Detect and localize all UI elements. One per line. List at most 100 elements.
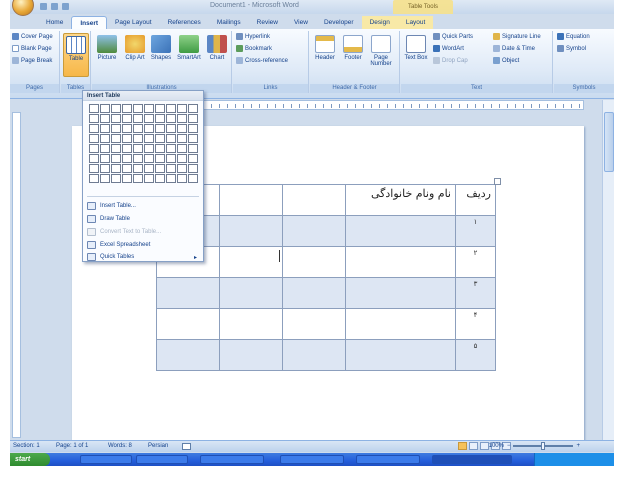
tab-home[interactable]: Home xyxy=(38,16,71,29)
table-grid-cell[interactable] xyxy=(111,164,121,173)
table-cell[interactable] xyxy=(219,246,283,278)
status-language[interactable]: Persian xyxy=(148,443,168,449)
status-words[interactable]: Words: 8 xyxy=(108,443,132,449)
table-grid-cell[interactable] xyxy=(100,154,110,163)
proofing-icon[interactable] xyxy=(182,443,191,450)
table-grid-cell[interactable] xyxy=(133,134,143,143)
picture-button[interactable]: Picture xyxy=(94,33,120,77)
table-grid-cell[interactable] xyxy=(100,164,110,173)
clip-art-button[interactable]: Clip Art xyxy=(122,33,148,77)
tab-developer[interactable]: Developer xyxy=(316,16,362,29)
table-grid-cell[interactable] xyxy=(89,104,99,113)
table-grid-cell[interactable] xyxy=(111,144,121,153)
table-header-cell[interactable] xyxy=(219,184,283,216)
chart-button[interactable]: Chart xyxy=(204,33,230,77)
tab-references[interactable]: References xyxy=(160,16,209,29)
zoom-level[interactable]: 100% xyxy=(489,443,504,449)
table-header-cell[interactable] xyxy=(282,184,346,216)
table-cell[interactable] xyxy=(219,308,283,340)
table-grid-cell[interactable] xyxy=(122,174,132,183)
table-grid-cell[interactable] xyxy=(155,124,165,133)
zoom-slider[interactable] xyxy=(513,442,574,450)
table-grid-cell[interactable] xyxy=(133,154,143,163)
table-grid-cell[interactable] xyxy=(89,124,99,133)
blank-page-button[interactable]: Blank Page xyxy=(12,45,52,52)
table-grid-cell[interactable] xyxy=(188,124,198,133)
table-grid-cell[interactable] xyxy=(122,134,132,143)
table-grid-cell[interactable] xyxy=(177,134,187,143)
table-grid-cell[interactable] xyxy=(177,144,187,153)
cross-reference-button[interactable]: Cross-reference xyxy=(236,57,288,64)
insert-table-item[interactable]: Insert Table... xyxy=(87,200,201,212)
table-grid-cell[interactable] xyxy=(155,114,165,123)
table-grid-cell[interactable] xyxy=(144,114,154,123)
zoom-slider-knob[interactable] xyxy=(541,442,546,450)
text-box-button[interactable]: Text Box xyxy=(403,33,429,77)
wordart-button[interactable]: WordArt xyxy=(433,45,464,52)
table-grid-cell[interactable] xyxy=(166,114,176,123)
page-number-button[interactable]: Page Number xyxy=(368,33,394,77)
document-table[interactable]: نام ونام خانوادگی ردیف ۱ ۲ ۳ ۴ ۵ xyxy=(156,184,496,371)
table-grid-cell[interactable] xyxy=(144,164,154,173)
table-grid-cell[interactable] xyxy=(111,154,121,163)
symbol-button[interactable]: Symbol xyxy=(557,45,586,52)
table-grid-cell[interactable] xyxy=(111,124,121,133)
bookmark-button[interactable]: Bookmark xyxy=(236,45,272,52)
table-grid-cell[interactable] xyxy=(133,174,143,183)
print-layout-view-icon[interactable] xyxy=(458,442,467,450)
table-grid-cell[interactable] xyxy=(177,154,187,163)
taskbar-item-active[interactable] xyxy=(432,455,512,464)
table-grid-cell[interactable] xyxy=(111,114,121,123)
table-cell[interactable] xyxy=(219,277,283,309)
table-button[interactable]: Table xyxy=(63,33,89,77)
table-grid-cell[interactable] xyxy=(100,134,110,143)
shapes-button[interactable]: Shapes xyxy=(148,33,174,77)
table-grid-cell[interactable] xyxy=(100,144,110,153)
table-grid-cell[interactable] xyxy=(122,104,132,113)
table-grid-cell[interactable] xyxy=(122,124,132,133)
table-grid-cell[interactable] xyxy=(89,144,99,153)
hyperlink-button[interactable]: Hyperlink xyxy=(236,33,270,40)
table-size-grid[interactable] xyxy=(89,104,198,183)
table-cell[interactable] xyxy=(345,308,456,340)
tab-insert[interactable]: Insert xyxy=(71,16,108,29)
table-cell[interactable] xyxy=(345,246,456,278)
table-grid-cell[interactable] xyxy=(100,124,110,133)
object-button[interactable]: Object xyxy=(493,57,519,64)
table-cell[interactable] xyxy=(345,339,456,371)
tab-layout[interactable]: Layout xyxy=(397,16,434,29)
vertical-scrollbar[interactable] xyxy=(602,100,614,440)
smartart-button[interactable]: SmartArt xyxy=(176,33,202,77)
taskbar-item[interactable] xyxy=(356,455,420,464)
table-cell[interactable] xyxy=(345,215,456,247)
signature-line-button[interactable]: Signature Line xyxy=(493,33,541,40)
tab-design[interactable]: Design xyxy=(361,16,398,29)
table-move-handle[interactable] xyxy=(494,178,501,185)
table-grid-cell[interactable] xyxy=(188,164,198,173)
table-cell[interactable] xyxy=(345,277,456,309)
start-button[interactable]: start xyxy=(10,453,50,466)
table-grid-cell[interactable] xyxy=(155,144,165,153)
table-cell[interactable] xyxy=(282,308,346,340)
table-header-cell[interactable]: نام ونام خانوادگی xyxy=(345,184,456,216)
scrollbar-thumb[interactable] xyxy=(604,112,614,172)
taskbar-item[interactable] xyxy=(200,455,264,464)
table-grid-cell[interactable] xyxy=(122,114,132,123)
status-section[interactable]: Section: 1 xyxy=(13,443,40,449)
table-grid-cell[interactable] xyxy=(155,134,165,143)
table-grid-cell[interactable] xyxy=(100,114,110,123)
table-grid-cell[interactable] xyxy=(177,174,187,183)
table-grid-cell[interactable] xyxy=(89,134,99,143)
table-grid-cell[interactable] xyxy=(155,164,165,173)
taskbar-item[interactable] xyxy=(136,455,188,464)
redo-icon[interactable] xyxy=(62,3,69,10)
table-cell[interactable] xyxy=(156,308,220,340)
table-cell[interactable] xyxy=(282,277,346,309)
table-grid-cell[interactable] xyxy=(166,124,176,133)
table-cell[interactable] xyxy=(156,277,220,309)
table-grid-cell[interactable] xyxy=(155,154,165,163)
table-grid-cell[interactable] xyxy=(100,174,110,183)
footer-button[interactable]: Footer xyxy=(340,33,366,77)
equation-button[interactable]: Equation xyxy=(557,33,590,40)
table-grid-cell[interactable] xyxy=(177,104,187,113)
